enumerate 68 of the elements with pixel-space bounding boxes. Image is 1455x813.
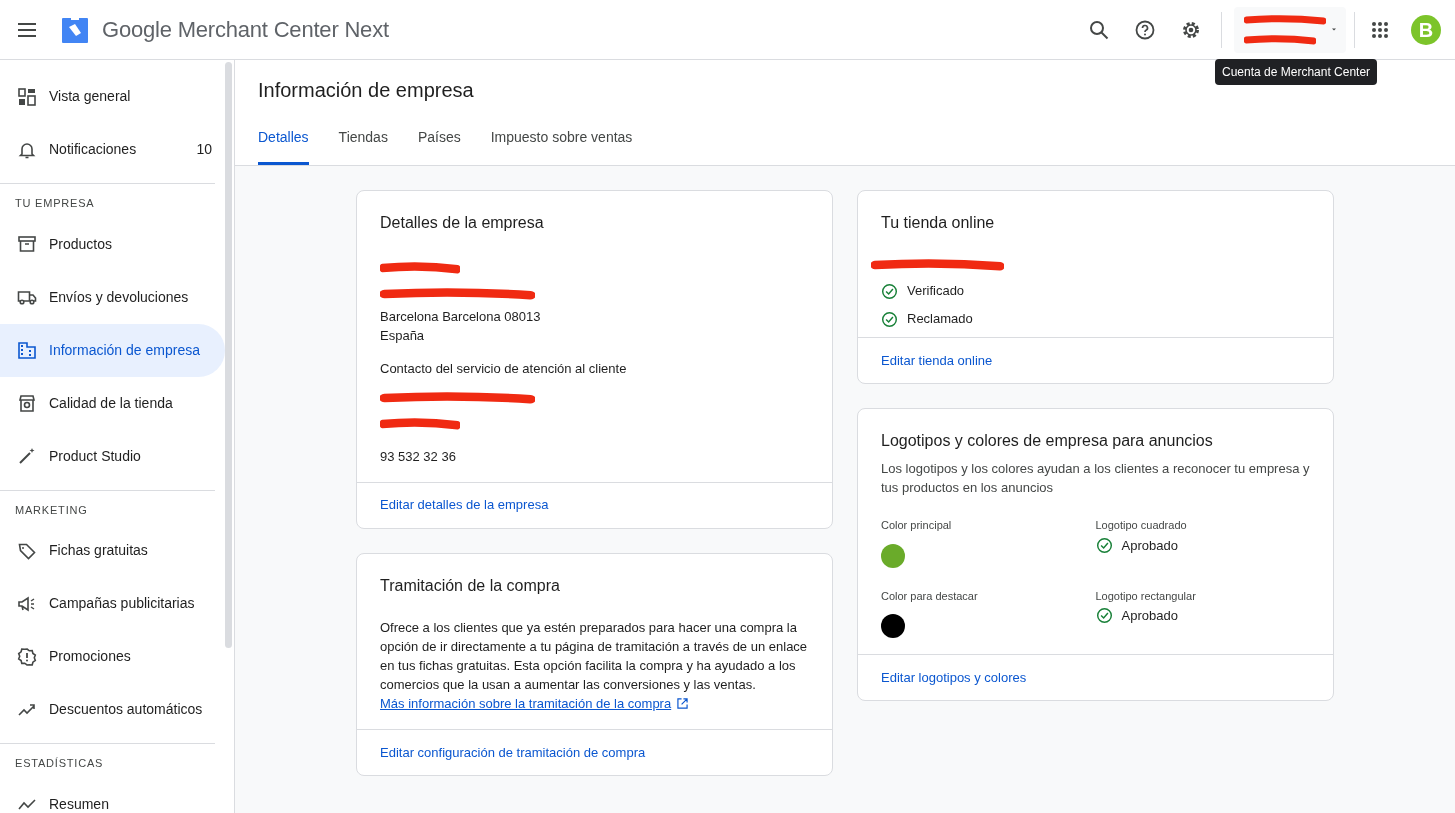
sidebar-item[interactable]: Envíos y devoluciones: [0, 270, 225, 324]
sidebar-item[interactable]: Información de empresa: [0, 323, 225, 377]
check-circle-icon: [881, 282, 898, 300]
status-text: Aprobado: [1121, 536, 1178, 555]
external-link-icon: [677, 697, 689, 709]
address-line: España: [380, 327, 426, 345]
settings-icon[interactable]: [1181, 19, 1201, 40]
sidebar-item[interactable]: Productos: [0, 217, 225, 271]
page-title: Información de empresa: [258, 78, 474, 103]
link[interactable]: Editar detalles de la empresa: [380, 495, 549, 515]
link[interactable]: Editar tienda online: [881, 350, 993, 371]
apps-grid-icon[interactable]: [1371, 20, 1389, 39]
field-label: Color para destacar: [881, 588, 979, 604]
field-label: Logotipo rectangular: [1095, 588, 1197, 604]
tab[interactable]: Detalles: [258, 127, 309, 165]
link[interactable]: Editar configuración de tramitación de compra: [380, 742, 646, 763]
status-text: Verificado: [907, 282, 965, 301]
section-heading: MARKETING: [14, 502, 89, 518]
alert-badge-icon: [17, 646, 37, 667]
section-heading: TU EMPRESA: [14, 196, 96, 211]
account-selector[interactable]: [1234, 6, 1346, 53]
tab[interactable]: Impuesto sobre ventas: [490, 127, 633, 165]
sidebar-item[interactable]: Promociones: [0, 630, 225, 683]
address-line: 93 532 32 36: [380, 447, 457, 466]
description: Los logotipos y los colores ayudan a los clientes a reconocer tu empresa y tus productos en los anuncios: [881, 460, 1310, 497]
card-title: Tu tienda online: [881, 213, 996, 233]
sidebar-item[interactable]: Fichas gratuitas: [0, 524, 225, 577]
help-icon[interactable]: [1135, 19, 1155, 40]
sidebar-item[interactable]: Descuentos automáticos: [0, 683, 225, 736]
redaction-mark: [1244, 34, 1316, 45]
tag-logo-icon: [61, 15, 89, 44]
field-label: Color principal: [881, 518, 953, 533]
card-title: Tramitación de la compra: [380, 575, 561, 596]
magic-wand-icon: [17, 446, 37, 466]
learn-more-link[interactable]: Más información sobre la tramitación de la compra: [380, 693, 689, 713]
archive-box-icon: [17, 234, 37, 254]
check-circle-icon: [1095, 607, 1113, 625]
section-heading: ESTADÍSTICAS: [14, 756, 105, 771]
link[interactable]: Editar logotipos y colores: [881, 667, 1027, 688]
description: Ofrece a los clientes que ya estén preparados para hacer una compra la opción de ir directamente a tu página de tramitación a través de un enlace en tus fichas gratuitas. Esta opción facilita la compra y ha ayudado a los comercios que la usan a aumentar las conversiones y las ventas.: [380, 618, 809, 694]
check-circle-icon: [1095, 536, 1113, 554]
tooltip: Cuenta de Merchant Center: [1215, 59, 1378, 85]
card-title: Logotipos y colores de empresa para anuncios: [881, 431, 1214, 451]
storefront-badge-icon: [17, 393, 37, 413]
sidebar-item[interactable]: Calidad de la tienda: [0, 376, 225, 430]
status-text: Aprobado: [1121, 607, 1178, 625]
menu-icon[interactable]: [17, 22, 37, 37]
tab[interactable]: Países: [417, 127, 461, 165]
field-label: Logotipo cuadrado: [1095, 518, 1188, 533]
sidebar-item[interactable]: Vista general: [0, 70, 225, 123]
color-swatch[interactable]: [881, 543, 905, 568]
status-text: Reclamado: [907, 310, 973, 329]
notification-count: 10: [196, 140, 212, 159]
check-circle-icon: [881, 310, 898, 328]
scrollbar[interactable]: [225, 62, 232, 648]
address-line: Barcelona Barcelona 08013: [380, 308, 542, 326]
sidebar-item[interactable]: Campañas publicitarias: [0, 577, 225, 630]
card-title: Detalles de la empresa: [380, 213, 545, 233]
search-icon[interactable]: [1089, 19, 1109, 40]
dashboard-icon: [17, 86, 37, 107]
color-swatch[interactable]: [881, 614, 905, 638]
sidebar-item[interactable]: Product Studio: [0, 429, 225, 483]
product-name: Google Merchant Center Next: [102, 16, 389, 44]
sidebar-item[interactable]: Notificaciones 10: [0, 123, 225, 176]
section-label: Contacto del servicio de atención al cliente: [380, 360, 628, 378]
tab[interactable]: Tiendas: [338, 127, 388, 165]
sidebar-item[interactable]: Resumen: [0, 777, 225, 813]
building-icon: [17, 340, 37, 360]
